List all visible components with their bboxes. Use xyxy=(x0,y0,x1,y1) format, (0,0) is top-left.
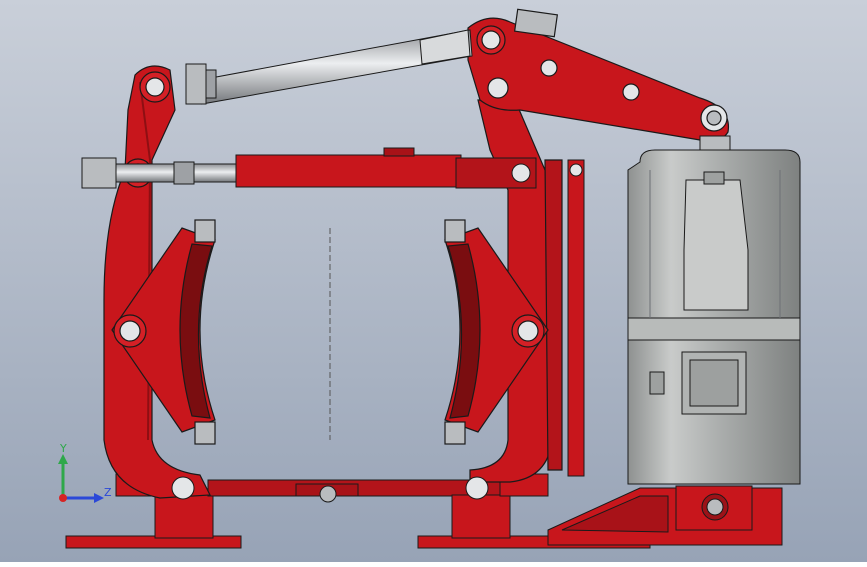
triad-y-label: Y xyxy=(59,442,67,455)
cad-viewport[interactable]: Y Z xyxy=(0,0,867,562)
model-canvas[interactable]: Y Z xyxy=(0,0,867,562)
hydraulic-thruster xyxy=(627,135,801,485)
triad-z-label: Z xyxy=(104,486,112,499)
release-indicator-lever xyxy=(567,159,585,477)
